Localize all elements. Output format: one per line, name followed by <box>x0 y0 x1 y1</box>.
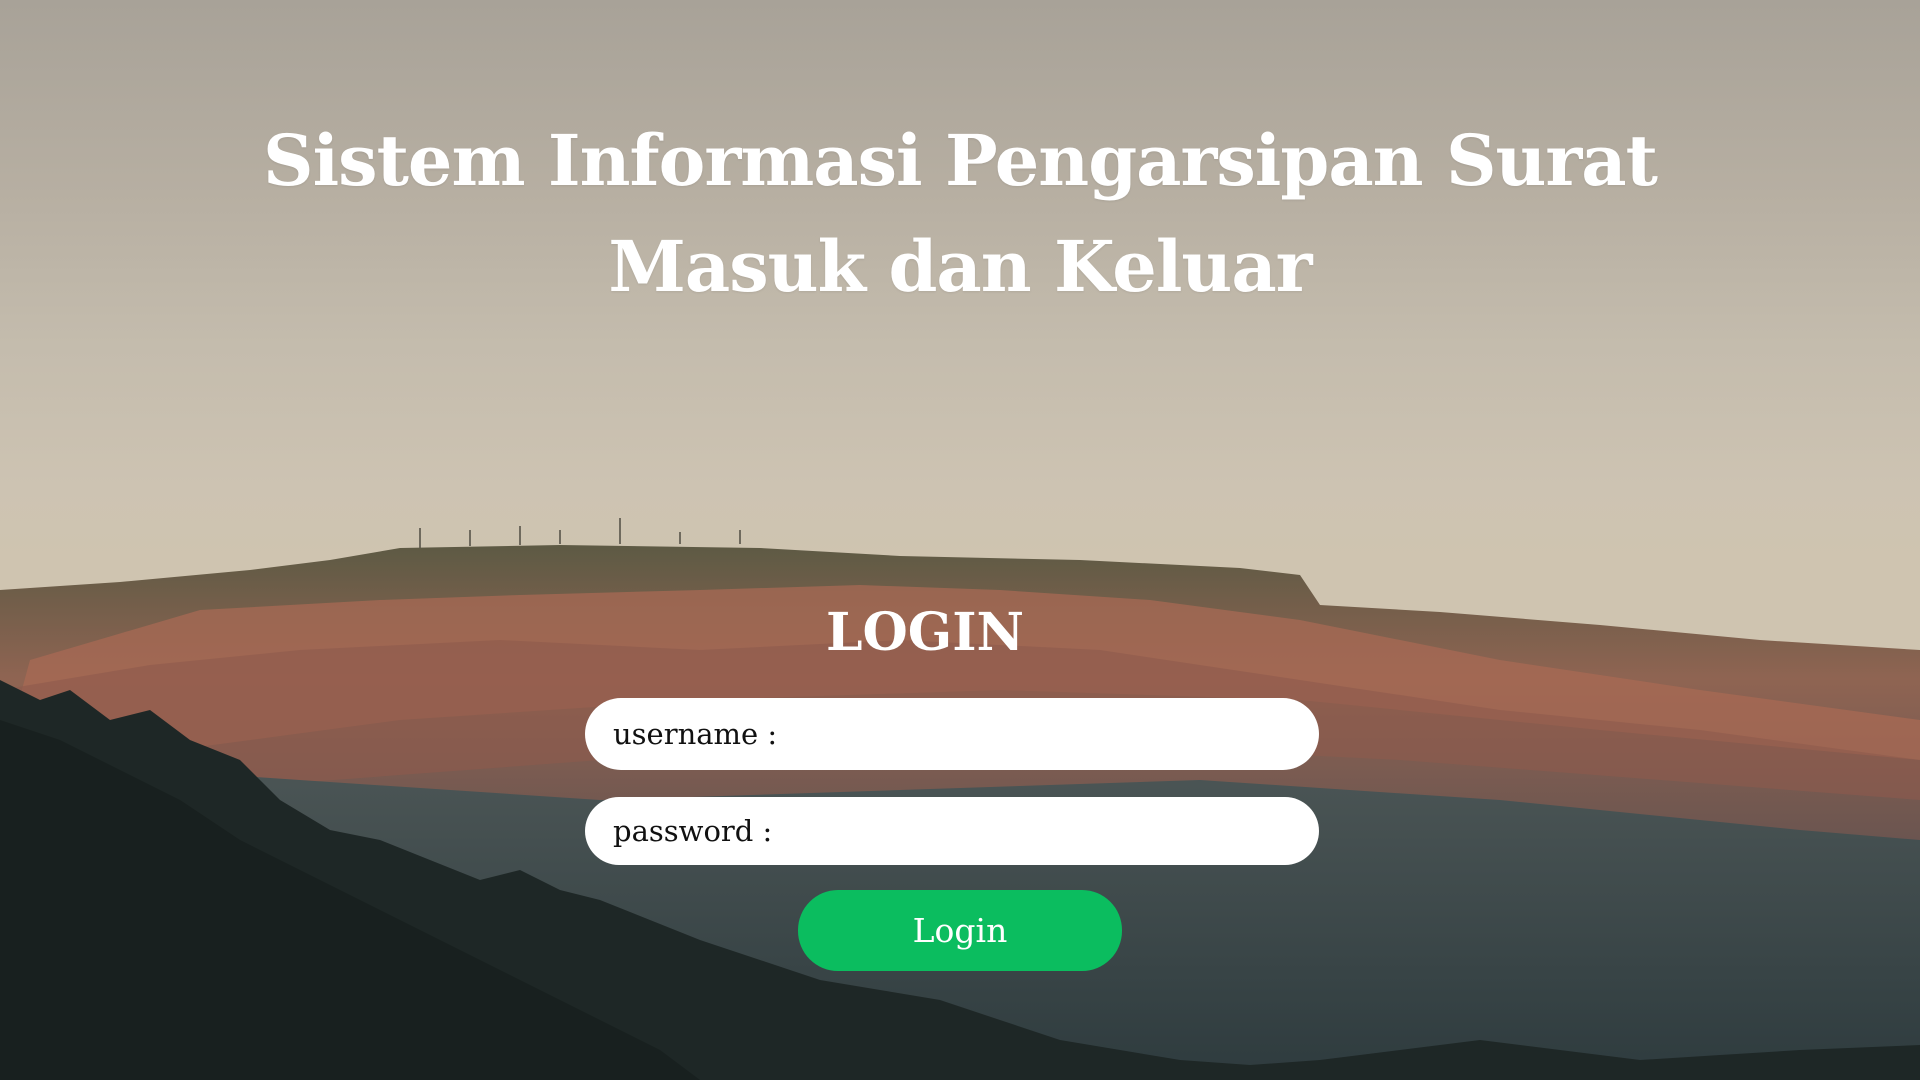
page-title-line1: Sistem Informasi Pengarsipan Surat <box>263 119 1658 202</box>
page-title-line2: Masuk dan Keluar <box>608 225 1312 308</box>
username-input[interactable] <box>787 703 1291 765</box>
login-button[interactable]: Login <box>798 890 1122 971</box>
password-input[interactable] <box>782 800 1291 862</box>
username-field[interactable]: username : <box>585 698 1319 770</box>
username-label: username : <box>613 717 778 751</box>
password-field[interactable]: password : <box>585 797 1319 865</box>
login-heading: LOGIN <box>825 602 1025 663</box>
page-title: Sistem Informasi Pengarsipan Surat Masuk… <box>260 108 1660 320</box>
password-label: password : <box>613 814 773 848</box>
